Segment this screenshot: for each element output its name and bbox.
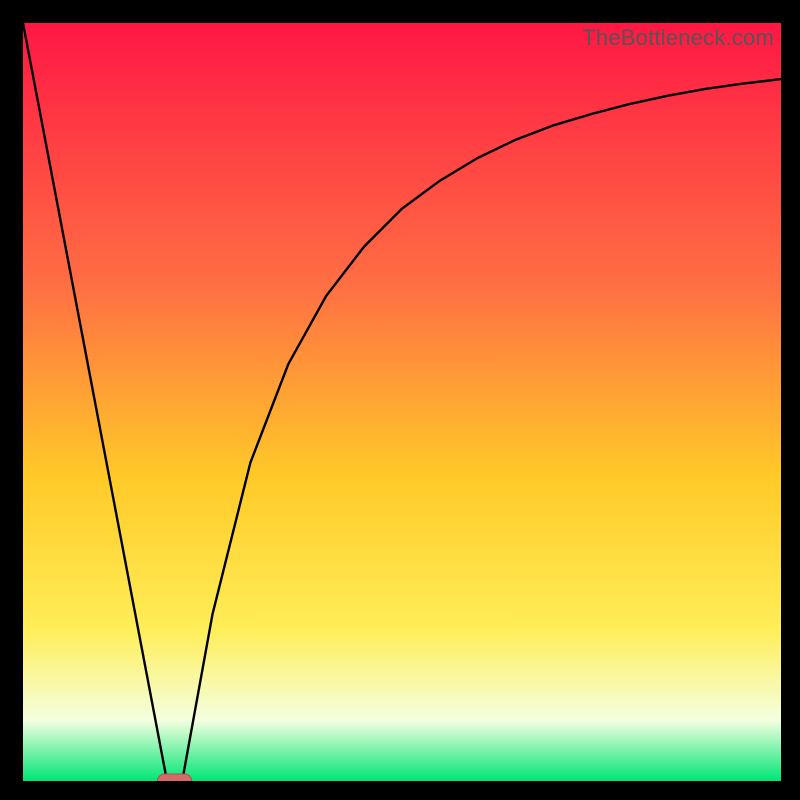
chart-svg	[23, 23, 781, 781]
watermark-text: TheBottleneck.com	[582, 25, 774, 51]
gradient-bg	[23, 23, 781, 781]
minimum-marker	[158, 774, 192, 781]
plot-area	[23, 23, 781, 781]
chart-container: TheBottleneck.com	[0, 0, 800, 800]
